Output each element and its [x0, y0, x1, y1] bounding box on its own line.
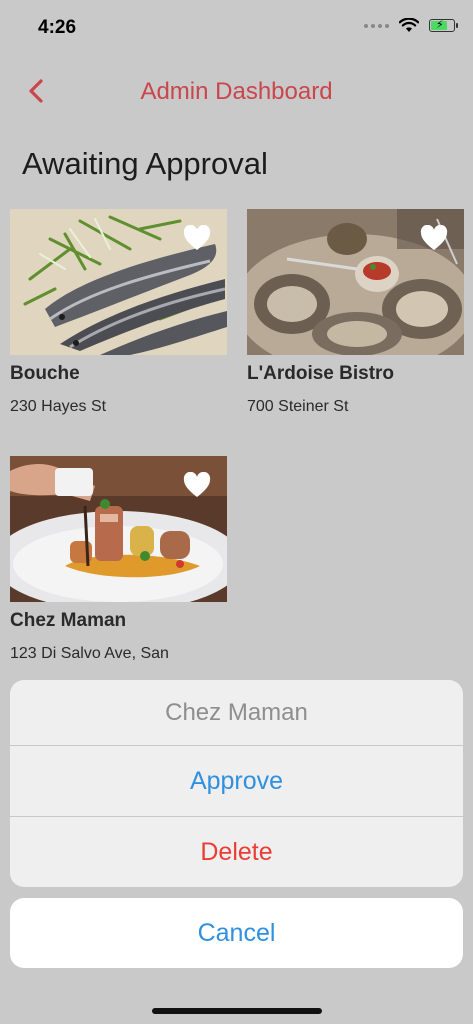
- section-title: Awaiting Approval: [22, 146, 268, 181]
- nav-bar: Admin Dashboard: [0, 62, 473, 122]
- cancel-button[interactable]: Cancel: [10, 898, 463, 968]
- restaurant-card[interactable]: Chez Maman 123 Di Salvo Ave, San: [10, 456, 227, 663]
- restaurant-card[interactable]: Bouche 230 Hayes St: [10, 209, 227, 416]
- home-indicator: [152, 1008, 322, 1014]
- restaurant-photo: [247, 209, 464, 355]
- status-time: 4:26: [38, 17, 77, 38]
- restaurant-name: L'Ardoise Bistro: [247, 363, 395, 384]
- restaurant-photo: [10, 209, 227, 355]
- battery-icon: ⚡: [429, 19, 458, 32]
- signal-icon: [364, 23, 389, 28]
- heart-icon[interactable]: [183, 472, 211, 498]
- restaurant-name: Bouche: [10, 363, 80, 384]
- restaurant-address: 700 Steiner St: [247, 398, 349, 415]
- wifi-icon: [399, 18, 419, 32]
- action-sheet: Chez Maman Approve Delete: [10, 680, 463, 887]
- heart-icon[interactable]: [183, 225, 211, 251]
- delete-button[interactable]: Delete: [10, 817, 463, 887]
- restaurant-address: 230 Hayes St: [10, 398, 107, 415]
- status-icons: ⚡: [364, 18, 458, 33]
- status-bar: 4:26 ⚡: [0, 0, 473, 58]
- restaurant-name: Chez Maman: [10, 610, 127, 631]
- restaurant-card[interactable]: L'Ardoise Bistro 700 Steiner St: [247, 209, 464, 416]
- page-title: Admin Dashboard: [140, 78, 333, 105]
- heart-icon[interactable]: [420, 225, 448, 251]
- action-sheet-title: Chez Maman: [10, 680, 463, 746]
- restaurant-photo: [10, 456, 227, 602]
- restaurant-address: 123 Di Salvo Ave, San: [10, 645, 169, 662]
- approve-button[interactable]: Approve: [10, 746, 463, 817]
